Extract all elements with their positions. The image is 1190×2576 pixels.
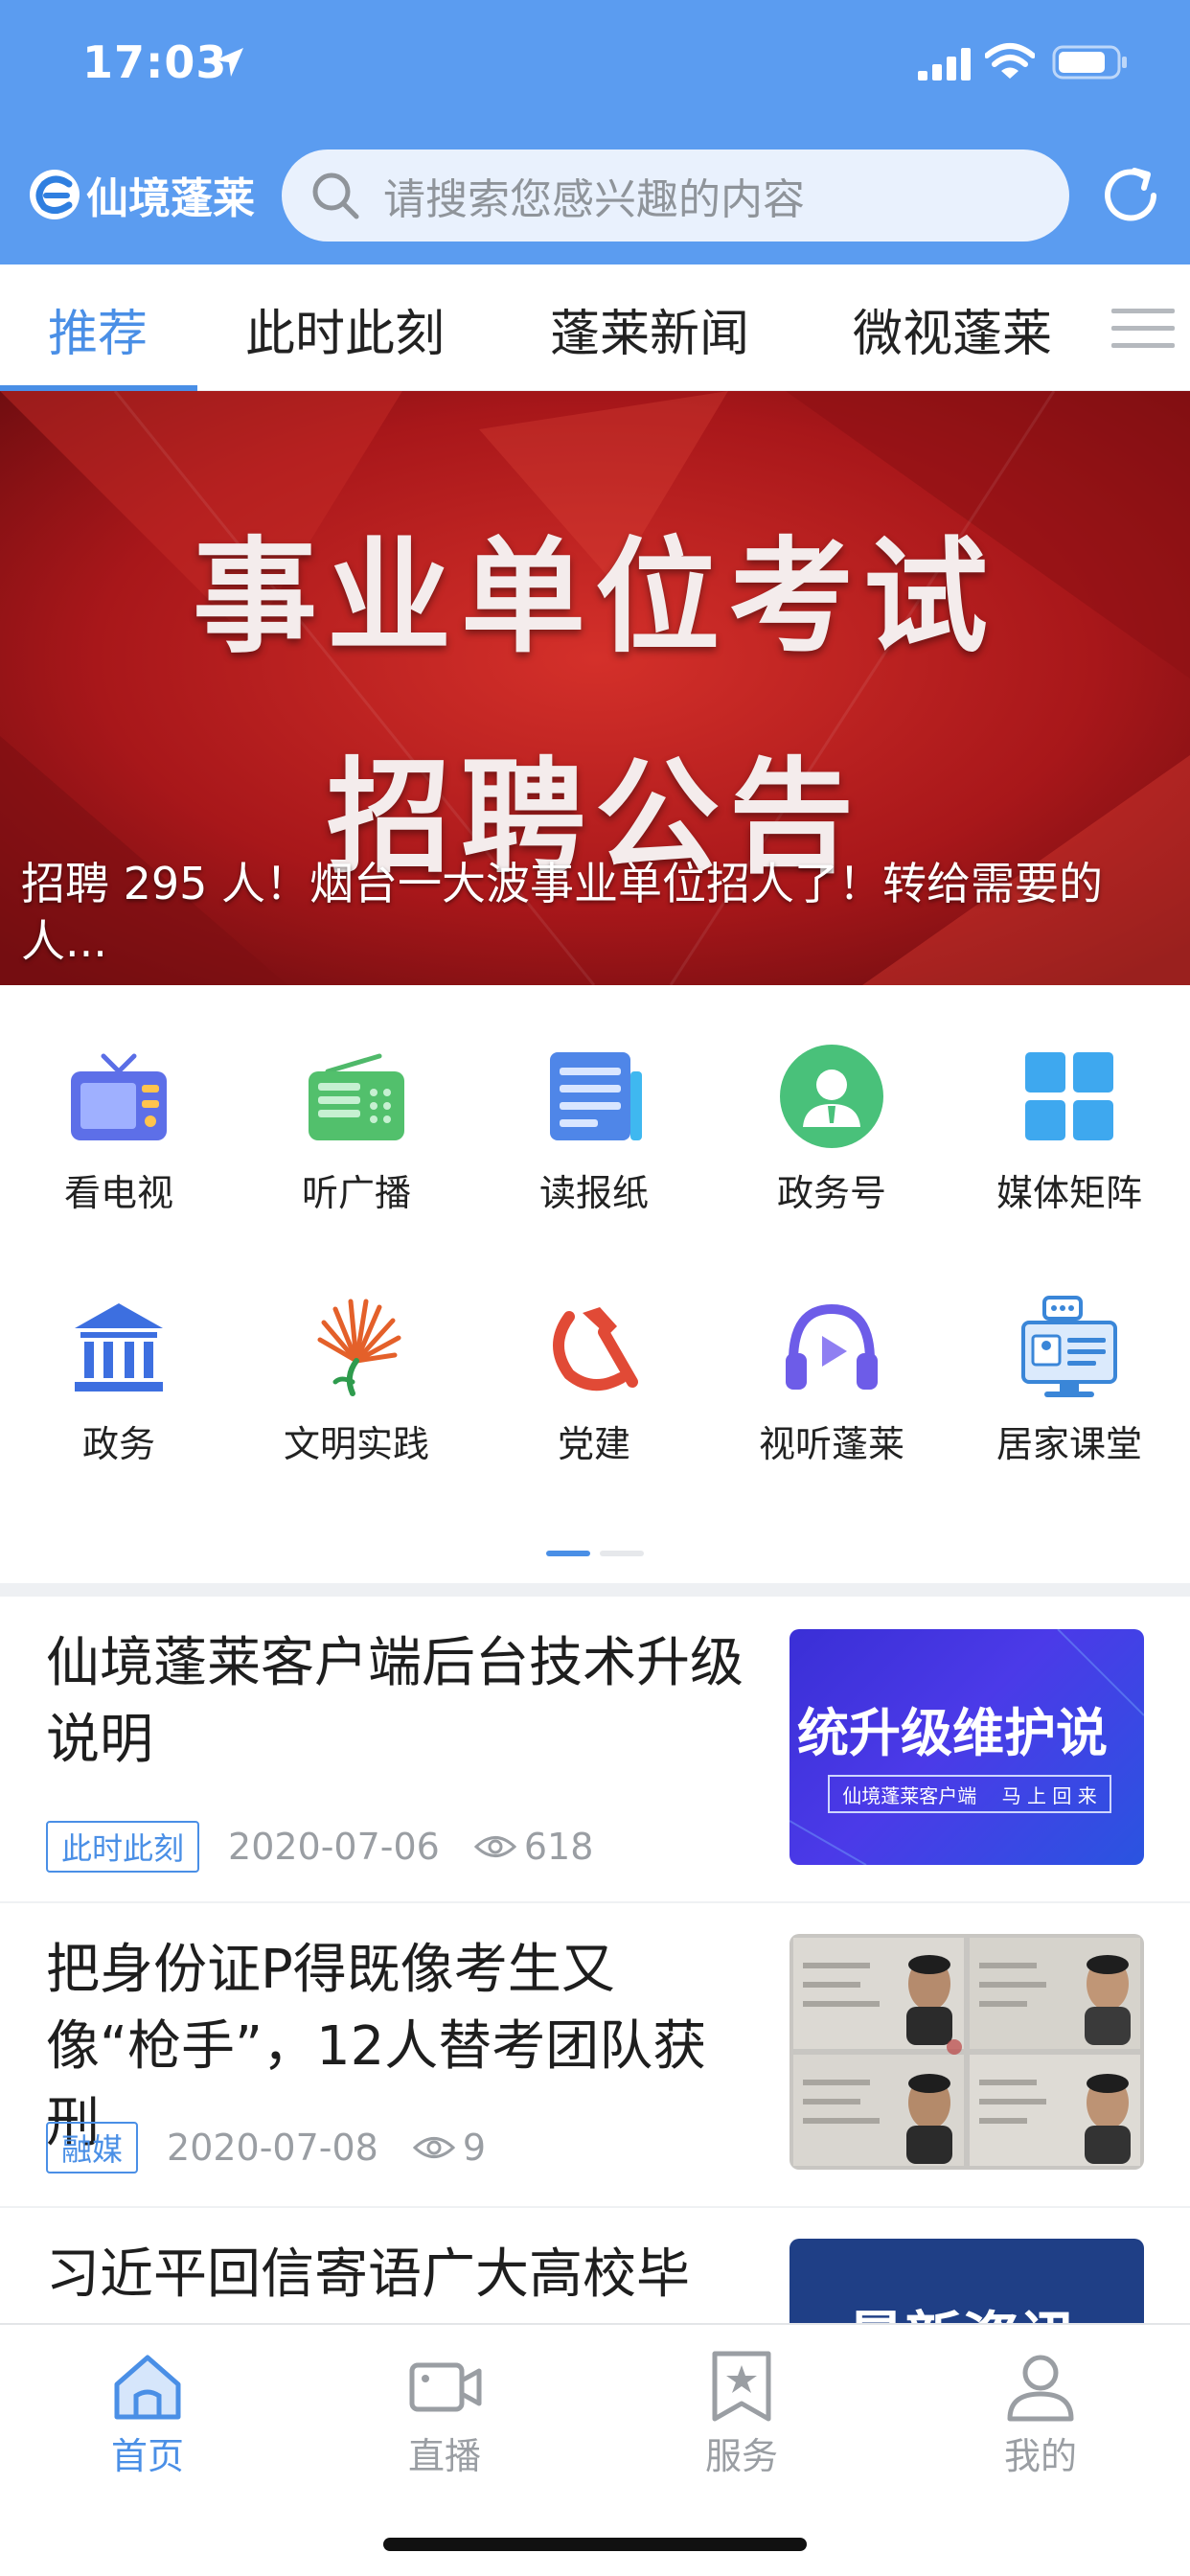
- news-date: 2020-07-08: [167, 2127, 378, 2169]
- thumbnail-sub-left: 仙境蓬莱客户端: [842, 1783, 977, 1807]
- news-meta: 融媒 2020-07-08 9: [46, 2122, 486, 2174]
- grid-label: 政务: [81, 1423, 155, 1465]
- official-account-icon: [780, 1045, 883, 1148]
- grid-label: 看电视: [63, 1172, 173, 1214]
- tab-service[interactable]: 服务: [646, 2350, 837, 2479]
- page-dot-active: [546, 1551, 590, 1556]
- search-placeholder: 请搜索您感兴趣的内容: [383, 175, 805, 224]
- app-name: 仙境蓬莱: [86, 174, 255, 223]
- news-date: 2020-07-06: [228, 1826, 440, 1868]
- bottom-tab-bar: 首页 直播 服务 我的: [0, 2323, 1190, 2576]
- app-logo-icon: [30, 170, 80, 219]
- location-arrow-icon: [215, 48, 243, 77]
- headphones-play-icon: [786, 1303, 878, 1390]
- grid-label: 读报纸: [538, 1172, 649, 1214]
- page-dot: [600, 1551, 644, 1556]
- status-time: 17:03: [82, 36, 228, 88]
- tab-label: 服务: [704, 2435, 778, 2477]
- news-meta: 此时此刻 2020-07-06 618: [46, 1821, 593, 1873]
- grid-label: 听广播: [301, 1172, 411, 1214]
- eye-icon: [473, 1836, 516, 1857]
- fan-flower-icon: [317, 1299, 401, 1396]
- grid-label: 媒体矩阵: [995, 1172, 1142, 1214]
- tab-micro-video[interactable]: 微视蓬莱: [853, 293, 1052, 365]
- news-tag: 融媒: [46, 2122, 139, 2174]
- home-indicator: [383, 2538, 807, 2551]
- home-icon: [114, 2355, 181, 2420]
- hammer-sickle-icon: [553, 1307, 638, 1391]
- grid-label: 文明实践: [283, 1423, 429, 1465]
- tab-this-moment[interactable]: 此时此刻: [245, 293, 445, 365]
- grid-item-newspaper[interactable]: 读报纸: [475, 985, 713, 1214]
- government-building-icon: [75, 1303, 163, 1392]
- tab-label: 我的: [1003, 2435, 1077, 2477]
- user-profile-icon: [1007, 2355, 1074, 2422]
- newspaper-icon: [550, 1052, 642, 1140]
- cellular-signal-icon: [918, 48, 971, 80]
- tab-label: 直播: [407, 2435, 481, 2477]
- banner-caption: 招聘 295 人！烟台一大波事业单位招人了！转给需要的人...: [21, 858, 1104, 967]
- search-icon: [312, 172, 359, 219]
- radio-icon: [309, 1053, 404, 1140]
- refresh-icon[interactable]: [1096, 161, 1165, 230]
- status-bar: 17:03: [0, 0, 1190, 128]
- header: 17:03 仙境蓬莱 请搜索您感兴趣的内容: [0, 0, 1190, 264]
- tab-recommend[interactable]: 推荐: [48, 293, 148, 365]
- grid-item-civilization-practice[interactable]: 文明实践: [238, 1236, 475, 1465]
- page-indicator: [546, 1551, 646, 1556]
- grid-item-official-account[interactable]: 政务号: [713, 985, 950, 1214]
- grid-matrix-icon: [1025, 1052, 1113, 1140]
- wifi-icon: [985, 43, 1035, 79]
- grid-item-watch-tv[interactable]: 看电视: [0, 985, 238, 1214]
- grid-item-media-matrix[interactable]: 媒体矩阵: [950, 985, 1188, 1214]
- star-bookmark-icon: [712, 2351, 771, 2422]
- grid-label: 视听蓬莱: [758, 1423, 904, 1465]
- id-cards-photo: [793, 1938, 1140, 2166]
- grid-label: 政务号: [776, 1172, 886, 1214]
- grid-item-party-building[interactable]: 党建: [475, 1236, 713, 1465]
- menu-icon[interactable]: [1110, 299, 1177, 356]
- news-tag: 此时此刻: [46, 1821, 200, 1873]
- news-views: 618: [523, 1826, 594, 1868]
- grid-item-audio-video[interactable]: 视听蓬莱: [713, 1236, 950, 1465]
- tab-mine[interactable]: 我的: [945, 2350, 1136, 2479]
- grid-item-radio[interactable]: 听广播: [238, 985, 475, 1214]
- tab-penglai-news[interactable]: 蓬莱新闻: [550, 293, 749, 365]
- banner-carousel[interactable]: 事业单位考试 招聘公告 招聘 295 人！烟台一大波事业单位招人了！转给需要的人…: [0, 391, 1190, 985]
- tv-icon: [71, 1053, 167, 1140]
- news-thumbnail: [790, 1934, 1144, 2170]
- grid-item-home-classroom[interactable]: 居家课堂: [950, 1236, 1188, 1465]
- grid-label: 党建: [557, 1423, 630, 1465]
- banner-headline: 事业单位考试: [192, 523, 997, 670]
- tab-home[interactable]: 首页: [52, 2350, 243, 2479]
- app-logo: 仙境蓬莱: [27, 163, 257, 226]
- feature-grid: 看电视 听广播 读报纸 政务号 媒体矩阵 政务 文明实践 党建 视听蓬莱 居家课…: [0, 985, 1190, 1589]
- tab-live[interactable]: 直播: [349, 2350, 540, 2479]
- grid-label: 居家课堂: [995, 1423, 1142, 1465]
- news-item[interactable]: 习近平回信寄语广大高校毕 最新资讯: [0, 2208, 1190, 2344]
- thumbnail-headline: 统升级维护说: [797, 1702, 1108, 1763]
- thumbnail-sub-right: 马 上 回 来: [1001, 1783, 1097, 1807]
- news-views: 9: [462, 2127, 487, 2169]
- grid-item-government[interactable]: 政务: [0, 1236, 238, 1465]
- video-camera-icon: [409, 2362, 482, 2412]
- channel-tabs: 推荐 此时此刻 蓬莱新闻 微视蓬莱: [0, 264, 1190, 391]
- eye-icon: [412, 2137, 455, 2158]
- app-screen: 17:03 仙境蓬莱 请搜索您感兴趣的内容 推荐 此时此刻 蓬莱新闻 微视蓬莱 …: [0, 0, 1190, 2576]
- search-bar[interactable]: 请搜索您感兴趣的内容: [282, 150, 1069, 242]
- tab-label: 首页: [110, 2435, 184, 2477]
- news-item[interactable]: 把身份证P得既像考生又像“枪手”，12人替考团队获刑 融媒 2020-07-08…: [0, 1903, 1190, 2208]
- news-title: 仙境蓬莱客户端后台技术升级说明: [46, 1632, 744, 1771]
- news-title: 习近平回信寄语广大高校毕: [46, 2243, 690, 2306]
- section-divider: [0, 1583, 1190, 1597]
- news-thumbnail: 统升级维护说 仙境蓬莱客户端 马 上 回 来: [790, 1629, 1144, 1865]
- battery-icon: [1052, 45, 1127, 80]
- news-item[interactable]: 仙境蓬莱客户端后台技术升级说明 此时此刻 2020-07-06 618 统升级维…: [0, 1597, 1190, 1903]
- online-class-icon: [1021, 1296, 1117, 1397]
- thumbnail-subbox: 仙境蓬莱客户端 马 上 回 来: [828, 1775, 1111, 1813]
